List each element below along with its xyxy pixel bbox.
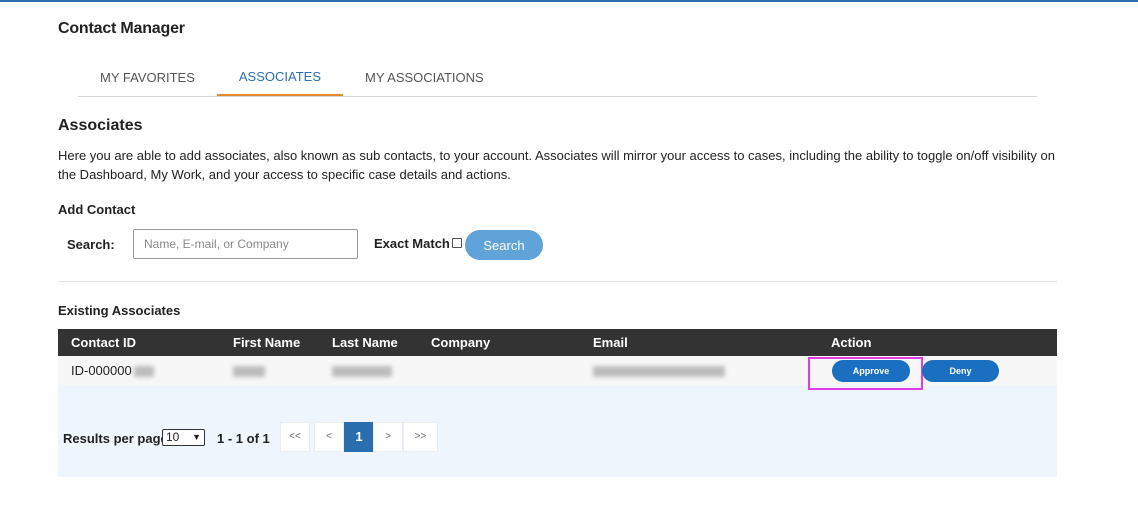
approve-button[interactable]: Approve [832, 360, 910, 382]
column-contact-id[interactable]: Contact ID [71, 329, 136, 356]
column-email[interactable]: Email [593, 329, 628, 356]
results-range: 1 - 1 of 1 [217, 431, 270, 446]
associates-description: Here you are able to add associates, als… [58, 148, 1055, 182]
prev-page-button[interactable]: < [314, 422, 344, 452]
associates-heading: Associates [58, 117, 143, 134]
cell-last-name [332, 356, 392, 385]
column-last-name[interactable]: Last Name [332, 329, 398, 356]
exact-match-label: Exact Match [374, 236, 450, 251]
existing-associates-heading: Existing Associates [58, 303, 181, 318]
chevron-down-icon: ▼ [192, 432, 201, 442]
associates-table: Contact ID First Name Last Name Company … [58, 329, 1057, 477]
next-page-button[interactable]: > [373, 422, 403, 452]
top-border-line [0, 0, 1138, 2]
cell-first-name [233, 356, 265, 385]
tab-bar: MY FAVORITES ASSOCIATES MY ASSOCIATIONS [78, 58, 1037, 97]
pagination-bar: Results per page 10 ▼ 1 - 1 of 1 << < 1 … [58, 422, 1057, 452]
page-1-button[interactable]: 1 [344, 422, 374, 452]
app-title: Contact Manager [58, 20, 185, 37]
results-per-page-label: Results per page [63, 431, 168, 446]
search-button[interactable]: Search [465, 230, 543, 260]
add-contact-heading: Add Contact [58, 202, 136, 217]
section-divider [58, 281, 1057, 282]
contact-id-text: ID-000000 [71, 363, 132, 378]
exact-match-checkbox[interactable] [452, 238, 462, 248]
last-page-button[interactable]: >> [403, 422, 438, 452]
search-input[interactable] [133, 229, 358, 259]
redacted-contact-id-suffix [133, 366, 154, 378]
results-per-page-value: 10 [166, 430, 180, 444]
cell-contact-id: ID-000000 [71, 356, 154, 385]
first-page-button[interactable]: << [280, 422, 310, 452]
column-action: Action [831, 335, 872, 350]
table-header: Contact ID First Name Last Name Company … [58, 329, 1057, 356]
column-first-name[interactable]: First Name [233, 329, 300, 356]
column-company[interactable]: Company [431, 329, 490, 356]
redacted-first-name [233, 366, 265, 378]
redacted-email [593, 366, 725, 378]
deny-button[interactable]: Deny [922, 360, 999, 382]
tab-my-associations[interactable]: MY ASSOCIATIONS [343, 58, 506, 96]
table-row: ID-000000 Approve Deny [58, 356, 1057, 390]
cell-email [593, 356, 725, 385]
results-per-page-select[interactable]: 10 ▼ [162, 429, 205, 446]
search-label: Search: [67, 237, 115, 252]
redacted-last-name [332, 366, 392, 378]
tab-associates[interactable]: ASSOCIATES [216, 58, 343, 96]
tab-my-favorites[interactable]: MY FAVORITES [78, 58, 217, 96]
